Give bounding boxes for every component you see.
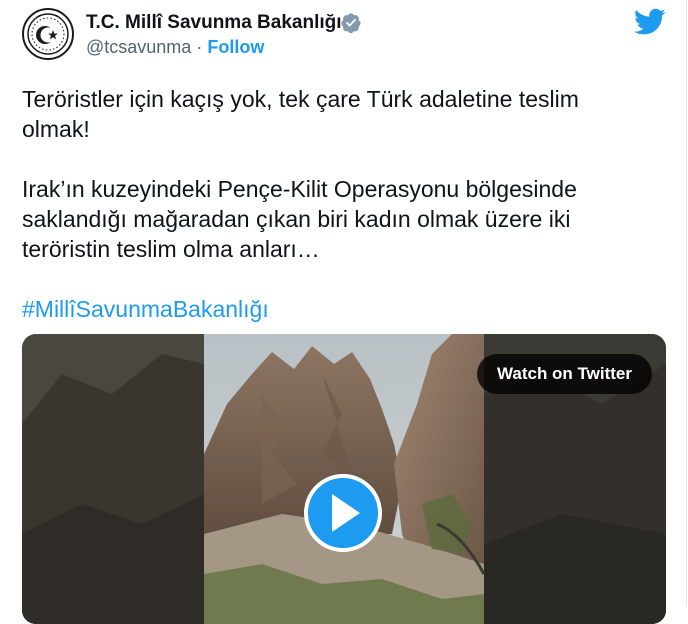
- tweet-paragraph: Irak’ın kuzeyindeki Pençe-Kilit Operasyo…: [22, 176, 577, 262]
- handle-row: @tcsavunma · Follow: [86, 37, 264, 58]
- tweet-body: Teröristler için kaçış yok, tek çare Tür…: [22, 84, 652, 354]
- follow-link[interactable]: Follow: [207, 37, 264, 57]
- play-icon: [332, 494, 360, 532]
- separator: ·: [196, 37, 203, 57]
- verified-badge-icon: [341, 13, 361, 34]
- tweet-paragraph: Teröristler için kaçış yok, tek çare Tür…: [22, 86, 579, 142]
- twitter-bird-icon[interactable]: [634, 8, 666, 36]
- ministry-emblem-icon: [27, 13, 69, 55]
- hashtag-link[interactable]: #MillîSavunmaBakanlığı: [22, 296, 269, 322]
- avatar[interactable]: [22, 8, 74, 60]
- video-thumbnail[interactable]: Watch on Twitter: [22, 334, 666, 624]
- play-button[interactable]: [304, 474, 382, 552]
- embedded-tweet-card: T.C. Millî Savunma Bakanlığı @tcsavunma …: [0, 0, 687, 624]
- watch-on-twitter-button[interactable]: Watch on Twitter: [476, 354, 652, 394]
- handle[interactable]: @tcsavunma: [86, 37, 191, 57]
- display-name[interactable]: T.C. Millî Savunma Bakanlığı: [86, 12, 342, 34]
- tweet-header: T.C. Millî Savunma Bakanlığı @tcsavunma …: [22, 8, 672, 70]
